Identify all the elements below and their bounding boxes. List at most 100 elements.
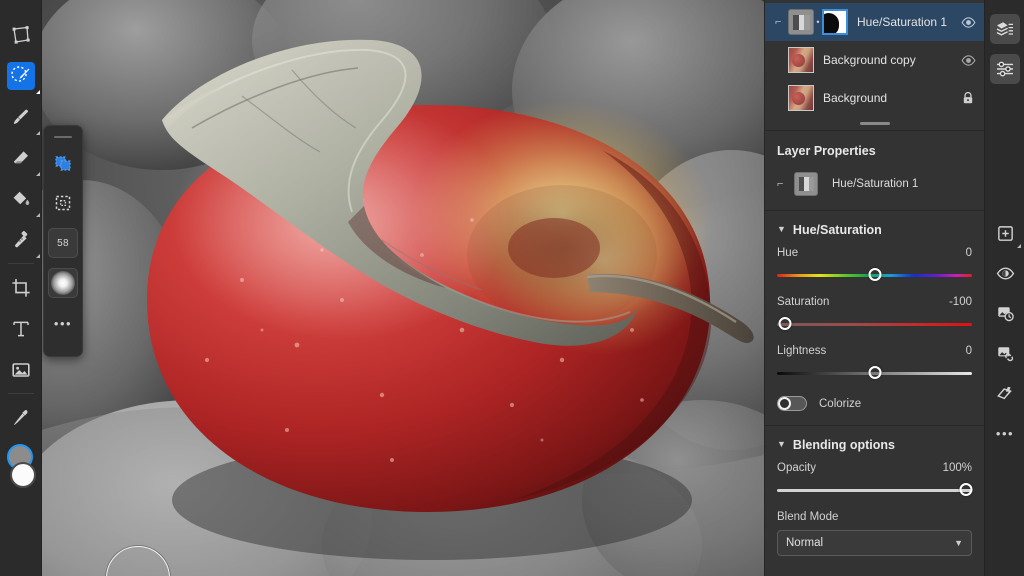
chevron-down-icon: ▼ bbox=[954, 538, 963, 548]
toolbar-divider bbox=[7, 393, 34, 394]
lightness-slider-knob[interactable] bbox=[868, 366, 881, 379]
lightness-slider-block: Lightness 0 bbox=[765, 345, 984, 380]
brush-size-value: 58 bbox=[57, 237, 69, 249]
tool-options-drag-handle[interactable] bbox=[54, 136, 72, 138]
brush-tool[interactable] bbox=[0, 96, 42, 137]
ellipsis-icon: ••• bbox=[995, 425, 1015, 441]
opacity-slider-track bbox=[777, 489, 972, 492]
quick-actions-button[interactable] bbox=[985, 373, 1024, 413]
selection-brush-icon bbox=[11, 65, 30, 82]
blend-mode-select[interactable]: Normal ▼ bbox=[777, 530, 972, 556]
selection-brush-tool[interactable] bbox=[0, 55, 42, 96]
eye-icon bbox=[960, 54, 976, 66]
mask-link-icon: • bbox=[816, 16, 820, 27]
layer-name: Hue/Saturation 1 bbox=[857, 15, 948, 29]
background-color-swatch[interactable] bbox=[10, 462, 36, 488]
selection-add-mode[interactable] bbox=[48, 148, 78, 178]
tool-flyout-indicator bbox=[36, 172, 40, 176]
panel-resize-handle[interactable] bbox=[765, 117, 984, 131]
colorize-label: Colorize bbox=[819, 397, 862, 410]
colorize-toggle[interactable] bbox=[777, 396, 807, 411]
hue-slider-label: Hue bbox=[777, 247, 799, 259]
brush-preset-button[interactable] bbox=[48, 268, 78, 298]
clipping-mask-icon: ⌐ bbox=[777, 178, 784, 190]
hue-slider-knob[interactable] bbox=[868, 268, 881, 281]
saturation-slider-knob[interactable] bbox=[778, 317, 792, 330]
crop-icon bbox=[12, 278, 30, 297]
clipping-mask-icon: ⌐ bbox=[775, 15, 782, 28]
lock-icon bbox=[963, 91, 973, 104]
brush-size-field[interactable]: 58 bbox=[48, 228, 78, 258]
layer-thumbnail[interactable] bbox=[788, 85, 814, 111]
hue-saturation-section-header[interactable]: ▼ Hue/Saturation bbox=[765, 211, 984, 247]
layer-name: Background copy bbox=[823, 53, 916, 67]
layer-name: Background bbox=[823, 91, 888, 105]
crop-tool[interactable] bbox=[0, 267, 42, 308]
layer-mask-thumbnail[interactable] bbox=[822, 9, 848, 35]
selection-subtract-mode[interactable] bbox=[48, 188, 78, 218]
version-history-button[interactable] bbox=[985, 293, 1024, 333]
layer-visibility-toggle[interactable] bbox=[958, 53, 978, 68]
opacity-label: Opacity bbox=[777, 462, 816, 474]
share-link-button[interactable] bbox=[985, 333, 1024, 373]
layers-panel-toggle[interactable] bbox=[985, 9, 1024, 49]
tool-flyout-indicator bbox=[36, 213, 40, 217]
more-button[interactable]: ••• bbox=[985, 413, 1024, 453]
paint-bucket-icon bbox=[13, 191, 30, 205]
text-icon bbox=[13, 321, 29, 336]
transform-icon bbox=[12, 25, 30, 44]
image-link-icon bbox=[997, 346, 1013, 361]
healing-brush-tool[interactable] bbox=[0, 219, 42, 260]
add-layer-button[interactable] bbox=[985, 213, 1024, 253]
eraser-icon bbox=[13, 150, 28, 163]
lightness-slider-label: Lightness bbox=[777, 345, 827, 357]
eye-icon bbox=[960, 16, 976, 28]
tool-flyout-indicator bbox=[36, 90, 40, 94]
layer-properties-target-name: Hue/Saturation 1 bbox=[832, 178, 919, 190]
layer-visibility-toggle[interactable] bbox=[958, 15, 978, 30]
tool-options-panel[interactable]: 58 ••• bbox=[43, 125, 83, 357]
opacity-slider-knob[interactable] bbox=[959, 483, 973, 496]
tool-options-more-button[interactable]: ••• bbox=[48, 308, 78, 338]
hue-slider-value: 0 bbox=[965, 247, 972, 259]
visibility-button[interactable] bbox=[985, 253, 1024, 293]
chevron-down-icon: ▼ bbox=[777, 438, 786, 449]
opacity-slider[interactable] bbox=[777, 483, 973, 497]
soft-round-brush-icon bbox=[51, 271, 75, 295]
place-image-tool[interactable] bbox=[0, 349, 42, 390]
layer-row-hue-saturation[interactable]: ⌐ • Hue/Saturation 1 bbox=[765, 3, 984, 41]
selection-add-icon bbox=[55, 156, 71, 171]
layer-properties-target[interactable]: ⌐ Hue/Saturation 1 bbox=[765, 168, 984, 210]
right-panel: ⌐ • Hue/Saturation 1 Background copy Bac… bbox=[764, 0, 984, 576]
eyedropper-tool[interactable] bbox=[0, 397, 42, 438]
adjustments-panel-toggle[interactable] bbox=[985, 49, 1024, 89]
text-tool[interactable] bbox=[0, 308, 42, 349]
ellipsis-icon: ••• bbox=[53, 315, 73, 331]
paintbrush-icon bbox=[13, 109, 29, 124]
layers-icon bbox=[996, 22, 1013, 36]
healing-brush-icon bbox=[15, 230, 28, 247]
button-flyout-indicator bbox=[1017, 244, 1021, 248]
right-rail: ••• bbox=[984, 0, 1024, 576]
hue-slider[interactable] bbox=[777, 268, 972, 282]
layer-properties-title: Layer Properties bbox=[777, 144, 876, 158]
colorize-row[interactable]: Colorize bbox=[765, 394, 984, 425]
layer-row-background[interactable]: Background bbox=[765, 79, 984, 117]
blending-options-section-header[interactable]: ▼ Blending options bbox=[765, 426, 984, 462]
eraser-tool[interactable] bbox=[0, 137, 42, 178]
lightness-slider[interactable] bbox=[777, 366, 972, 380]
transform-tool[interactable] bbox=[0, 14, 42, 55]
hue-saturation-section-label: Hue/Saturation bbox=[792, 223, 882, 237]
canvas-area[interactable]: 58 ••• bbox=[42, 0, 764, 576]
saturation-slider[interactable] bbox=[777, 317, 972, 331]
opacity-slider-block: Opacity 100% bbox=[765, 462, 984, 497]
paint-bucket-tool[interactable] bbox=[0, 178, 42, 219]
layer-row-background-copy[interactable]: Background copy bbox=[765, 41, 984, 79]
color-swatches[interactable] bbox=[7, 444, 37, 490]
layer-lock-toggle[interactable] bbox=[958, 91, 978, 105]
layer-thumbnail[interactable] bbox=[788, 47, 814, 73]
eye-icon bbox=[996, 267, 1014, 279]
saturation-slider-track bbox=[777, 323, 972, 326]
adjustment-layer-thumbnail[interactable] bbox=[788, 9, 814, 35]
opacity-value: 100% bbox=[942, 462, 972, 474]
